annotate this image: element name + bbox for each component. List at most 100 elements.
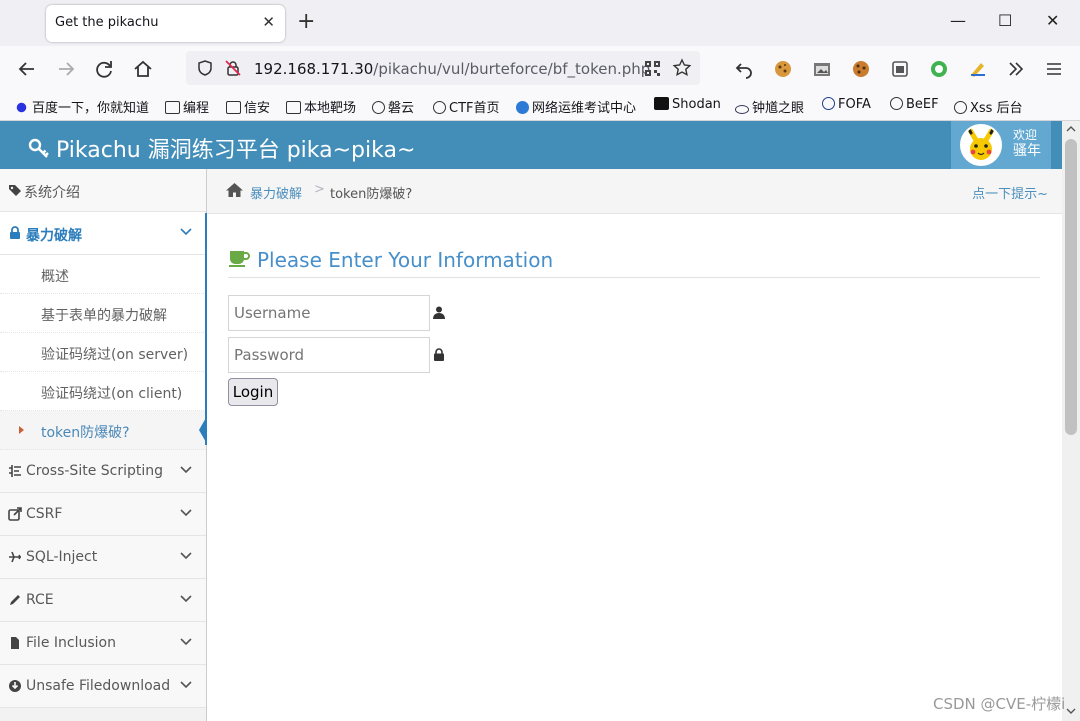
qr-code-icon[interactable]	[644, 60, 661, 77]
bookmark-beef[interactable]: BeEF	[890, 97, 939, 112]
site-brand[interactable]: Pikachu 漏洞练习平台 pika~pika~	[28, 132, 415, 164]
new-tab-button[interactable]: +	[297, 10, 315, 34]
scroll-up-icon[interactable]	[1066, 125, 1076, 133]
sidebar-item-rce[interactable]: RCE	[0, 579, 206, 622]
sidebar-item-label: 暴力破解	[26, 228, 82, 244]
globe-icon	[433, 101, 446, 114]
caret-right-icon	[19, 426, 24, 434]
avatar	[960, 124, 1002, 166]
page-scrollbar[interactable]	[1062, 121, 1080, 721]
tags-icon	[9, 185, 21, 196]
sidebar-item-label: Unsafe Filedownload	[26, 678, 171, 694]
shield-icon[interactable]	[196, 59, 214, 77]
bookmark-label: 钟馗之眼	[752, 101, 805, 116]
tab-close-icon[interactable]: ✕	[262, 13, 275, 31]
submenu-item-captcha-client[interactable]: 验证码绕过(on client)	[0, 372, 206, 411]
key-icon	[28, 138, 49, 158]
sidebar-item-xss[interactable]: Cross-Site Scripting	[0, 450, 206, 493]
sidebar-item-bruteforce[interactable]: 暴力破解	[0, 212, 206, 255]
submenu-item-overview[interactable]: 概述	[0, 255, 206, 294]
bookmark-label: Shodan	[672, 97, 721, 112]
submenu-item-token[interactable]: token防爆破?	[0, 411, 207, 450]
bookmark-fofa[interactable]: FOFA	[822, 97, 871, 112]
bookmark-folder-local-range[interactable]: 本地靶场	[286, 97, 356, 116]
submenu-label: 验证码绕过(on server)	[41, 347, 189, 363]
overflow-menu-icon[interactable]	[1006, 59, 1026, 79]
bookmark-zoomeye[interactable]: 钟馗之眼	[735, 97, 804, 116]
sidebar-item-label: Cross-Site Scripting	[26, 463, 164, 479]
submenu-item-form-bruteforce[interactable]: 基于表单的暴力破解	[0, 294, 206, 333]
bookmark-exam-center[interactable]: 网络运维考试中心	[516, 97, 636, 116]
pikachu-icon	[967, 127, 995, 160]
sidebar-item-intro[interactable]: 系统介绍	[0, 169, 206, 212]
browser-tab[interactable]: Get the pikachu ✕	[46, 5, 285, 42]
web-page: Pikachu 漏洞练习平台 pika~pika~ 欢迎 骚年 系统介绍 暴力破…	[0, 121, 1062, 721]
folder-icon	[165, 101, 180, 114]
login-button[interactable]: Login	[228, 378, 278, 406]
close-window-button[interactable]: ✕	[1046, 10, 1059, 32]
bookmark-label: Xss 后台	[970, 101, 1023, 116]
proxy-extension-icon[interactable]	[929, 59, 949, 79]
bookmark-label: 磐云	[388, 101, 415, 116]
breadcrumb-separator: >	[314, 182, 325, 197]
forward-icon[interactable]	[55, 58, 77, 80]
bookmark-label: CTF首页	[449, 101, 500, 116]
breadcrumb-current: token防爆破?	[330, 187, 413, 202]
site-header: Pikachu 漏洞练习平台 pika~pika~ 欢迎 骚年	[0, 121, 1062, 169]
breadcrumb: 暴力破解 > token防爆破? 点一下提示~	[207, 169, 1062, 214]
screenshot-extension-icon[interactable]	[812, 59, 832, 79]
bookmark-folder-biancheng[interactable]: 编程	[165, 97, 209, 116]
chevron-down-icon	[180, 595, 192, 603]
home-icon[interactable]	[225, 182, 244, 198]
folder-icon	[286, 101, 301, 114]
undo-extension-icon[interactable]	[734, 59, 754, 79]
bookmark-star-icon[interactable]	[672, 58, 692, 78]
sidebar-item-unsafe-download[interactable]: Unsafe Filedownload	[0, 665, 206, 708]
sidebar-item-sqli[interactable]: SQL-Inject	[0, 536, 206, 579]
bookmark-panyun[interactable]: 磐云	[372, 97, 414, 116]
url-text[interactable]: 192.168.171.30/pikachu/vul/burteforce/bf…	[254, 60, 650, 78]
home-icon[interactable]	[132, 58, 154, 80]
bookmark-folder-xinan[interactable]: 信安	[226, 97, 270, 116]
url-bar[interactable]: 192.168.171.30/pikachu/vul/burteforce/bf…	[186, 51, 700, 85]
insecure-lock-icon[interactable]	[224, 59, 242, 77]
bookmark-baidu[interactable]: 百度一下，你就知道	[14, 97, 149, 116]
scrollbar-thumb[interactable]	[1065, 139, 1077, 435]
pencil-icon	[10, 595, 20, 605]
reload-icon[interactable]	[93, 58, 115, 80]
minimize-button[interactable]: —	[950, 10, 966, 32]
ie-icon	[516, 101, 529, 114]
bookmark-shodan[interactable]: Shodan	[654, 97, 721, 112]
submenu-item-captcha-server[interactable]: 验证码绕过(on server)	[0, 333, 206, 372]
hackbar-extension-icon[interactable]	[968, 59, 988, 79]
open-section-bar	[205, 213, 207, 445]
breadcrumb-link[interactable]: 暴力破解	[250, 183, 302, 202]
share-icon	[8, 507, 22, 521]
globe-icon	[372, 101, 385, 114]
sidebar-item-file-inclusion[interactable]: File Inclusion	[0, 622, 206, 665]
maximize-button[interactable]: ☐	[998, 10, 1012, 32]
back-icon[interactable]	[16, 58, 38, 80]
bookmark-ctf[interactable]: CTF首页	[433, 97, 500, 116]
sidebar-item-csrf[interactable]: CSRF	[0, 493, 206, 536]
cookie-extension-icon[interactable]	[773, 59, 793, 79]
paw-icon	[14, 101, 29, 114]
hamburger-menu-icon[interactable]	[1044, 59, 1064, 79]
scroll-down-icon[interactable]	[1066, 707, 1076, 715]
reader-extension-icon[interactable]	[890, 59, 910, 79]
hint-link[interactable]: 点一下提示~	[972, 183, 1048, 202]
form-title: Please Enter Your Information	[228, 248, 1040, 278]
username-input[interactable]	[228, 295, 430, 331]
user-menu[interactable]: 欢迎 骚年	[951, 121, 1051, 169]
folder-icon	[226, 101, 241, 114]
password-input[interactable]	[228, 337, 430, 373]
user-icon	[433, 306, 445, 319]
cookie-editor-icon[interactable]	[851, 59, 871, 79]
bookmark-label: 信安	[244, 101, 271, 116]
bookmark-xss[interactable]: Xss 后台	[954, 97, 1023, 116]
eye-icon	[735, 105, 749, 114]
chevron-down-icon	[180, 509, 192, 517]
globe-icon	[954, 101, 967, 114]
user-name: 骚年	[1013, 143, 1041, 159]
chevron-down-icon	[180, 552, 192, 560]
